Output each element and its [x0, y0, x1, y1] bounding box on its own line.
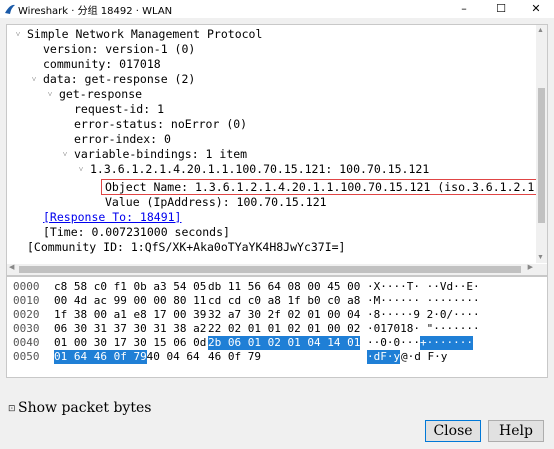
packet-tree: ˅ Simple Network Management Protocol ver… [7, 25, 547, 263]
tree-row-label: [Community ID: 1:QfS/XK+Aka0oTYaYK4H8JwY… [27, 240, 346, 254]
hex-bytes: cd cd c0 a8 1f b0 c0 a8 [208, 294, 361, 307]
hex-offset: 0050 [13, 350, 40, 363]
tree-row-label: [Time: 0.007231000 seconds] [43, 225, 230, 239]
hex-row: 0040 01 00 30 17 30 15 06 0d 2b 06 01 02… [7, 336, 547, 350]
scrollbar-thumb[interactable] [538, 88, 545, 223]
hex-ascii: ·M······ ········ [367, 294, 480, 307]
tree-row-label: data: get-response (2) [43, 72, 196, 86]
hex-offset: 0020 [13, 308, 40, 321]
hex-offset: 0040 [13, 336, 40, 349]
tree-row-label: error-index: 0 [74, 132, 171, 146]
tree-row-label: version: version-1 (0) [43, 42, 196, 56]
hex-bytes: db 11 56 64 08 00 45 00 [208, 280, 361, 293]
hex-bytes: c8 58 c0 f1 0b a3 54 05 [54, 280, 207, 293]
hex-offset: 0030 [13, 322, 40, 335]
hex-bytes: 00 4d ac 99 00 00 80 11 [54, 294, 207, 307]
tree-row-label: community: 017018 [43, 57, 161, 71]
hex-bytes: 1f 38 00 a1 e8 17 00 39 [54, 308, 207, 321]
vertical-scrollbar[interactable]: ▲ ▼ [536, 25, 547, 263]
chevron-down-icon[interactable]: ˅ [29, 72, 39, 87]
help-button[interactable]: Help [488, 420, 544, 442]
hex-ascii: ·017018· "······· [367, 322, 480, 335]
scroll-left-icon[interactable]: ◀ [9, 263, 14, 271]
wireshark-icon [5, 4, 15, 14]
hex-row: 0010 00 4d ac 99 00 00 80 11 cd cd c0 a8… [7, 294, 547, 308]
scrollbar-thumb[interactable] [19, 266, 521, 273]
hex-offset: 0000 [13, 280, 40, 293]
hex-row: 0030 06 30 31 37 30 31 38 a2 22 02 01 01… [7, 322, 547, 336]
minimize-button[interactable]: – [446, 0, 482, 18]
scroll-down-icon[interactable]: ▼ [537, 254, 544, 261]
scroll-up-icon[interactable]: ▲ [537, 27, 544, 34]
chevron-down-icon[interactable]: ˅ [60, 147, 70, 162]
tree-row-label: get-response [59, 87, 143, 101]
hex-bytes: 01 00 30 17 30 15 06 0d [54, 336, 207, 349]
packet-details-pane[interactable]: ˅ Simple Network Management Protocol ver… [6, 24, 548, 276]
title-bar: Wireshark · 分组 18492 · WLAN – ☐ ✕ [0, 0, 554, 18]
close-window-button[interactable]: ✕ [518, 0, 554, 18]
chevron-down-icon[interactable]: ˅ [45, 87, 55, 102]
tree-row-label: 1.3.6.1.2.1.4.20.1.1.100.70.15.121: 100.… [90, 162, 430, 176]
hex-row: 0000 c8 58 c0 f1 0b a3 54 05 db 11 56 64… [7, 280, 547, 294]
tree-row-label: Object Name: 1.3.6.1.2.1.4.20.1.1.100.70… [105, 180, 548, 194]
hex-ascii-highlighted: ·dF·y [367, 350, 401, 364]
hex-bytes: 46 0f 79 [208, 350, 261, 363]
chevron-down-icon[interactable]: ˅ [13, 27, 23, 42]
hex-ascii: ·8·····9 2·0/···· [367, 308, 480, 321]
chevron-down-icon[interactable]: ˅ [76, 162, 86, 177]
show-bytes-label[interactable]: Show packet bytes [18, 400, 151, 416]
maximize-button[interactable]: ☐ [483, 0, 519, 18]
tree-row-label: error-status: noError (0) [74, 117, 248, 131]
hex-bytes-highlighted: 2b 06 01 02 01 04 14 01 [208, 336, 361, 350]
hex-bytes: 22 02 01 01 02 01 00 02 [208, 322, 361, 335]
response-to-link[interactable]: [Response To: 18491] [43, 210, 181, 225]
hex-bytes: 40 04 64 [140, 350, 200, 363]
tree-row-label: Simple Network Management Protocol [27, 27, 263, 41]
hex-ascii-highlighted: +······· [420, 336, 473, 350]
hex-ascii: ··0·0··· [367, 336, 420, 349]
scroll-right-icon[interactable]: ▶ [528, 263, 533, 271]
tree-row-label: Value (IpAddress): 100.70.15.121 [105, 195, 327, 209]
horizontal-scrollbar[interactable]: ◀ ▶ [7, 264, 547, 275]
hex-offset: 0010 [13, 294, 40, 307]
hex-bytes-highlighted: 01 64 46 0f 79 [54, 350, 147, 364]
hex-ascii: ·X····T· ··Vd··E· [367, 280, 480, 293]
close-button[interactable]: Close [425, 420, 481, 442]
hex-bytes: 06 30 31 37 30 31 38 a2 [54, 322, 207, 335]
packet-bytes-pane[interactable]: 0000 c8 58 c0 f1 0b a3 54 05 db 11 56 64… [6, 276, 548, 378]
tree-row-label: request-id: 1 [74, 102, 165, 116]
hex-row: 0020 1f 38 00 a1 e8 17 00 39 32 a7 30 2f… [7, 308, 547, 322]
window-title: Wireshark · 分组 18492 · WLAN [18, 6, 173, 17]
hex-row: 0050 01 64 46 0f 79 40 04 64 46 0f 79 ·d… [7, 350, 547, 364]
hex-ascii: @·d F·y [401, 350, 448, 363]
hex-bytes: 32 a7 30 2f 02 01 00 04 [208, 308, 361, 321]
tree-row-label: variable-bindings: 1 item [74, 147, 248, 161]
show-bytes-checkbox[interactable]: ⊡ [8, 404, 16, 414]
